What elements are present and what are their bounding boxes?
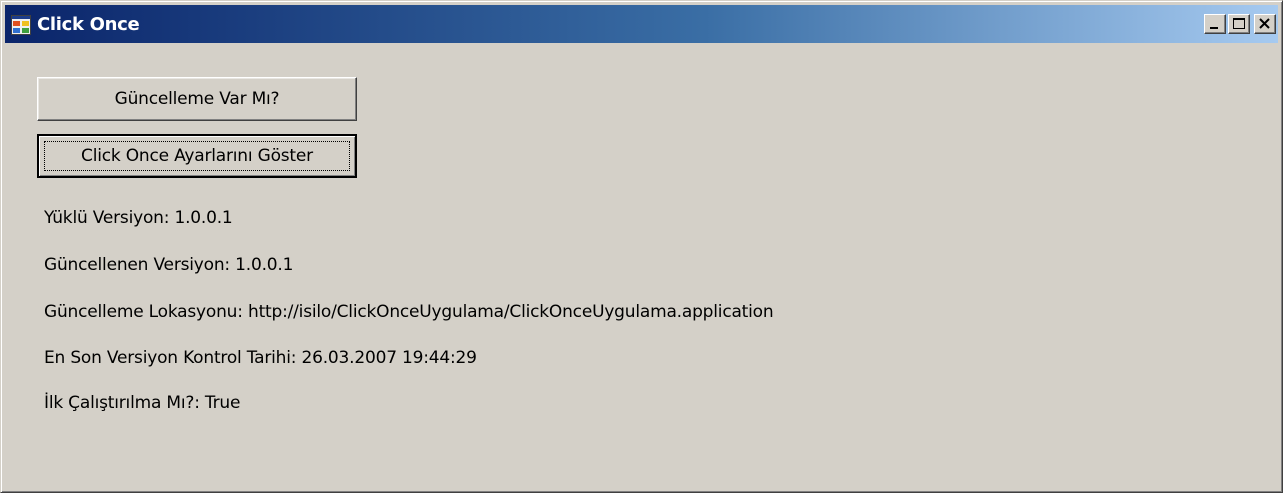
maximize-icon xyxy=(1233,18,1245,29)
show-settings-label: Click Once Ayarlarını Göster xyxy=(81,146,313,166)
first-run-label: İlk Çalıştırılma Mı?: True xyxy=(44,393,241,413)
show-settings-button[interactable]: Click Once Ayarlarını Göster xyxy=(37,134,357,178)
close-icon xyxy=(1259,18,1270,29)
title-bar[interactable]: Click Once xyxy=(5,5,1278,43)
updated-version-label: Güncellenen Versiyon: 1.0.0.1 xyxy=(44,255,294,275)
check-update-button[interactable]: Güncelleme Var Mı? xyxy=(37,77,357,121)
window-title: Click Once xyxy=(37,14,140,35)
last-check-date-label: En Son Versiyon Kontrol Tarihi: 26.03.20… xyxy=(44,348,477,368)
check-update-label: Güncelleme Var Mı? xyxy=(114,89,280,109)
minimize-button[interactable] xyxy=(1204,14,1226,34)
minimize-icon xyxy=(1210,27,1218,29)
close-button[interactable] xyxy=(1254,14,1276,34)
update-location-label: Güncelleme Lokasyonu: http://isilo/Click… xyxy=(44,302,774,322)
app-icon[interactable] xyxy=(11,15,31,35)
maximize-button[interactable] xyxy=(1228,14,1250,34)
app-window: Click Once Güncelleme Var Mı? Click Once… xyxy=(0,0,1283,493)
installed-version-label: Yüklü Versiyon: 1.0.0.1 xyxy=(44,208,233,228)
